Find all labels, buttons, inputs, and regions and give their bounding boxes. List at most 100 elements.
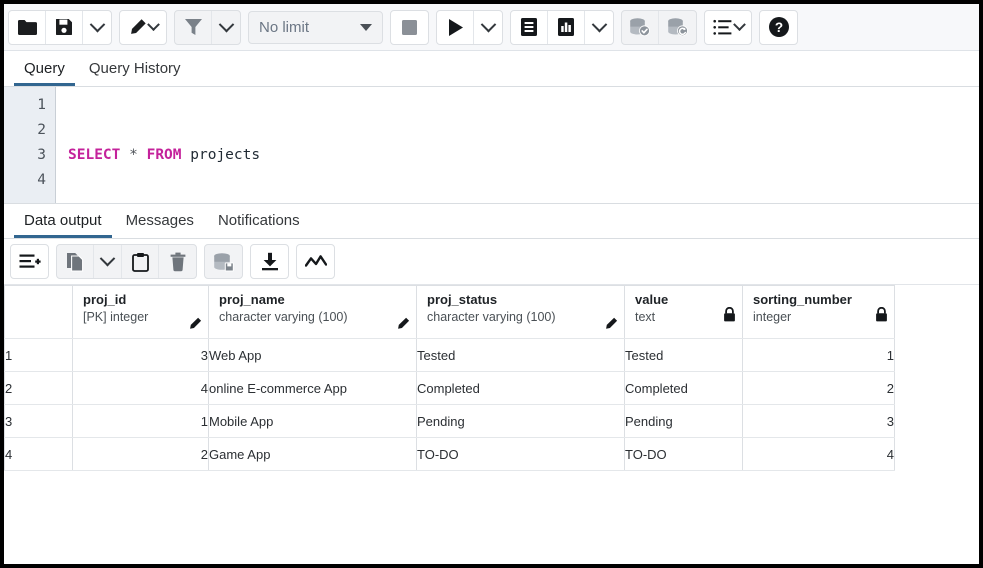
download-icon xyxy=(261,252,279,271)
column-header[interactable]: proj_status character varying (100) xyxy=(417,286,625,339)
table-cell[interactable]: Completed xyxy=(417,372,625,405)
table-cell[interactable]: Tested xyxy=(417,339,625,372)
row-number: 3 xyxy=(5,405,73,438)
help-icon: ? xyxy=(768,16,790,38)
table-cell[interactable]: 2 xyxy=(73,438,209,471)
stop-button[interactable] xyxy=(391,11,428,44)
paste-button[interactable] xyxy=(122,245,159,278)
output-tabs: Data output Messages Notifications xyxy=(4,204,979,239)
explain-analyze-button[interactable] xyxy=(548,11,585,44)
edit-button[interactable] xyxy=(120,11,166,44)
column-type: character varying (100) xyxy=(427,308,616,325)
copy-options-button[interactable] xyxy=(94,245,122,278)
chevron-down-icon xyxy=(147,18,160,31)
table-cell[interactable]: TO-DO xyxy=(417,438,625,471)
table-cell[interactable]: Pending xyxy=(417,405,625,438)
help-button[interactable]: ? xyxy=(760,11,797,44)
add-row-icon xyxy=(19,253,41,271)
tab-query[interactable]: Query xyxy=(14,56,75,86)
column-type: [PK] integer xyxy=(83,308,200,325)
sql-editor[interactable]: 1 2 3 4 SELECT * FROM projects JOIN (VAL… xyxy=(4,87,979,204)
save-data-icon xyxy=(213,252,235,272)
column-header[interactable]: proj_id [PK] integer xyxy=(73,286,209,339)
explain-options-button[interactable] xyxy=(585,11,613,44)
table-cell[interactable]: Tested xyxy=(625,339,743,372)
filter-options-button[interactable] xyxy=(212,11,240,44)
table-cell[interactable]: 3 xyxy=(743,405,895,438)
download-csv-button[interactable] xyxy=(251,245,288,278)
table-row[interactable]: 31Mobile AppPendingPending3 xyxy=(5,405,895,438)
table-row[interactable]: 42Game AppTO-DOTO-DO4 xyxy=(5,438,895,471)
save-data-changes-button[interactable] xyxy=(205,245,242,278)
commit-icon xyxy=(629,17,651,37)
table-cell[interactable]: 1 xyxy=(73,405,209,438)
column-header[interactable]: proj_name character varying (100) xyxy=(209,286,417,339)
pencil-icon xyxy=(128,18,158,37)
chevron-down-icon xyxy=(480,16,496,32)
row-number: 4 xyxy=(5,438,73,471)
tab-notifications[interactable]: Notifications xyxy=(208,208,310,238)
grid-header-row: proj_id [PK] integer proj_name character… xyxy=(5,286,895,339)
column-name: proj_status xyxy=(427,292,616,308)
sql-code[interactable]: SELECT * FROM projects JOIN (VALUES ('Te… xyxy=(56,87,979,203)
result-grid-wrap: proj_id [PK] integer proj_name character… xyxy=(4,285,979,471)
pencil-icon xyxy=(188,317,202,331)
commit-button[interactable] xyxy=(622,11,659,44)
table-cell[interactable]: 2 xyxy=(743,372,895,405)
column-header[interactable]: sorting_number integer xyxy=(743,286,895,339)
save-data-group xyxy=(204,244,243,279)
explain-analyze-icon xyxy=(557,17,575,37)
copy-button[interactable] xyxy=(57,245,94,278)
column-name: value xyxy=(635,292,734,308)
tab-query-history[interactable]: Query History xyxy=(79,56,191,86)
table-row[interactable]: 13Web AppTestedTested1 xyxy=(5,339,895,372)
macros-button[interactable] xyxy=(705,11,751,44)
chevron-down-icon xyxy=(733,18,746,31)
stop-button-group xyxy=(390,10,429,45)
row-limit-select[interactable]: No limit xyxy=(248,11,383,44)
row-limit-value: No limit xyxy=(259,19,309,36)
add-row-button[interactable] xyxy=(11,245,48,278)
explain-button[interactable] xyxy=(511,11,548,44)
table-cell[interactable]: Game App xyxy=(209,438,417,471)
table-cell[interactable]: 4 xyxy=(743,438,895,471)
table-cell[interactable]: 4 xyxy=(73,372,209,405)
graph-visualiser-icon xyxy=(305,254,327,270)
rollback-button[interactable] xyxy=(659,11,696,44)
open-file-icon xyxy=(17,19,38,36)
execute-button-group xyxy=(436,10,503,45)
save-file-button[interactable] xyxy=(46,11,83,44)
table-cell[interactable]: Completed xyxy=(625,372,743,405)
explain-icon xyxy=(520,17,538,37)
tab-data-output[interactable]: Data output xyxy=(14,208,112,238)
query-toolbar: No limit xyxy=(4,4,979,51)
table-cell[interactable]: TO-DO xyxy=(625,438,743,471)
table-cell[interactable]: Pending xyxy=(625,405,743,438)
chevron-down-icon xyxy=(100,251,116,267)
table-cell[interactable]: 1 xyxy=(743,339,895,372)
save-options-button[interactable] xyxy=(83,11,111,44)
column-name: sorting_number xyxy=(753,292,886,308)
table-cell[interactable]: 3 xyxy=(73,339,209,372)
table-cell[interactable]: online E-commerce App xyxy=(209,372,417,405)
table-row[interactable]: 24online E-commerce AppCompletedComplete… xyxy=(5,372,895,405)
lock-icon xyxy=(875,307,888,322)
data-output-toolbar xyxy=(4,239,979,285)
table-cell[interactable]: Web App xyxy=(209,339,417,372)
graph-visualiser-button[interactable] xyxy=(297,245,334,278)
filter-button[interactable] xyxy=(175,11,212,44)
column-header[interactable]: value text xyxy=(625,286,743,339)
line-number: 1 xyxy=(4,93,46,118)
help-button-group: ? xyxy=(759,10,798,45)
execute-options-button[interactable] xyxy=(474,11,502,44)
open-file-button[interactable] xyxy=(9,11,46,44)
tab-messages[interactable]: Messages xyxy=(116,208,204,238)
line-number: 4 xyxy=(4,168,46,193)
copy-icon xyxy=(66,252,85,272)
execute-button[interactable] xyxy=(437,11,474,44)
stop-icon xyxy=(401,19,418,36)
line-number: 2 xyxy=(4,118,46,143)
chevron-down-icon xyxy=(218,16,234,32)
delete-row-button[interactable] xyxy=(159,245,196,278)
table-cell[interactable]: Mobile App xyxy=(209,405,417,438)
